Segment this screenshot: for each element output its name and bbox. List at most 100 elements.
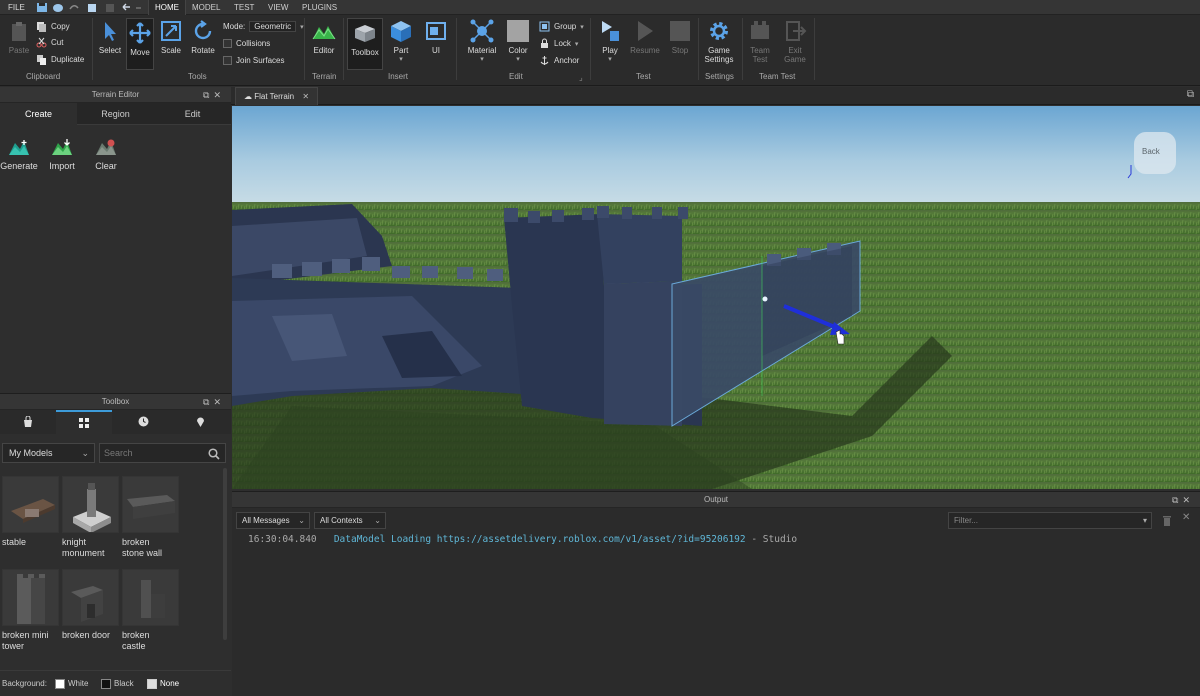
color-button[interactable]: Color ▾	[505, 19, 531, 63]
grid-icon	[79, 418, 89, 428]
collisions-toggle[interactable]: Collisions	[223, 39, 270, 48]
tab-home[interactable]: HOME	[148, 0, 186, 15]
messages-filter-dropdown[interactable]: All Messages ⌄	[236, 512, 310, 529]
terrain-editor-button[interactable]: Editor	[310, 19, 338, 55]
part-button[interactable]: Part ▾	[388, 19, 414, 63]
3d-viewport[interactable]: Back	[232, 106, 1200, 489]
maximize-icon[interactable]: ⧉	[1187, 89, 1194, 100]
anchor-button[interactable]: Anchor	[539, 55, 579, 66]
close-icon[interactable]: ✕	[1182, 512, 1190, 523]
mode-dropdown[interactable]: Mode: Geometric ▾	[223, 21, 304, 32]
copy-button[interactable]: Copy	[36, 21, 70, 32]
plugin-icon[interactable]	[86, 2, 98, 13]
scrollbar[interactable]	[223, 468, 227, 640]
view-cube[interactable]: Back	[1134, 132, 1176, 174]
filter-input[interactable]: Filter... ▾	[948, 512, 1152, 529]
close-icon[interactable]: ✕	[213, 397, 225, 407]
tab-create[interactable]: Create	[0, 103, 77, 125]
tab-region[interactable]: Region	[77, 103, 154, 125]
asset-item-knight-monument[interactable]: knight monument	[62, 476, 120, 559]
asset-item-broken-mini-tower[interactable]: broken mini tower	[2, 569, 60, 652]
asset-item-broken-stone-wall[interactable]: broken stone wall	[122, 476, 180, 559]
toolbox-panel: Toolbox ⧉✕ My Models ⌄ stable k	[0, 393, 231, 696]
trash-icon[interactable]	[1162, 515, 1172, 526]
background-white-label[interactable]: White	[68, 679, 88, 688]
asset-item-broken-door[interactable]: broken door	[62, 569, 120, 641]
background-black-swatch[interactable]	[101, 679, 111, 689]
search-input[interactable]	[100, 444, 200, 462]
join-surfaces-checkbox[interactable]	[223, 56, 232, 65]
scale-icon	[161, 21, 181, 41]
asset-item-stable[interactable]: stable	[2, 476, 60, 548]
asset-item-broken-castle[interactable]: broken castle	[122, 569, 180, 652]
paste-button[interactable]: Paste	[6, 19, 32, 55]
join-surfaces-toggle[interactable]: Join Surfaces	[223, 56, 284, 65]
group-button[interactable]: Group ▾	[539, 21, 584, 32]
file-menu[interactable]: FILE	[8, 3, 25, 12]
stop-icon[interactable]	[104, 2, 116, 13]
tab-marketplace[interactable]	[0, 410, 56, 434]
ribbon-divider	[698, 18, 699, 80]
log-source: - Studio	[751, 534, 798, 545]
resume-button[interactable]: Resume	[628, 19, 662, 55]
duplicate-button[interactable]: Duplicate	[36, 54, 84, 65]
toolbox-tabs	[0, 410, 231, 434]
ui-button[interactable]: UI	[424, 19, 448, 55]
undo-icon[interactable]	[120, 2, 132, 13]
tab-creations[interactable]	[173, 410, 229, 434]
background-none-swatch[interactable]	[147, 679, 157, 689]
tab-recent[interactable]	[115, 410, 171, 434]
background-none-label[interactable]: None	[160, 679, 179, 688]
tab-test[interactable]: TEST	[234, 3, 254, 12]
cut-button[interactable]: Cut	[36, 37, 63, 48]
close-icon[interactable]: ✕	[302, 92, 309, 101]
game-settings-label-2: Settings	[704, 55, 734, 64]
tab-edit[interactable]: Edit	[154, 103, 231, 125]
collisions-checkbox[interactable]	[223, 39, 232, 48]
import-button[interactable]: Import	[45, 137, 79, 171]
close-icon[interactable]: ✕	[1182, 495, 1194, 505]
team-test-button[interactable]: Team Test	[746, 19, 774, 64]
undock-icon[interactable]: ⧉	[203, 397, 213, 407]
tab-inventory[interactable]	[56, 410, 112, 434]
exit-game-button[interactable]: Exit Game	[782, 19, 808, 64]
tab-model[interactable]: MODEL	[192, 3, 220, 12]
lock-button[interactable]: Lock ▾	[539, 38, 578, 49]
expand-icon[interactable]: ⌟	[579, 73, 583, 82]
publish-icon[interactable]	[52, 2, 64, 13]
cursor-icon	[105, 22, 116, 41]
close-icon[interactable]: ✕	[213, 90, 225, 100]
game-settings-button[interactable]: Game Settings	[702, 19, 736, 64]
save-icon[interactable]	[36, 2, 48, 13]
tab-flat-terrain[interactable]: ☁ Flat Terrain ✕	[235, 87, 319, 105]
asset-thumbnail	[122, 569, 179, 626]
undock-icon[interactable]: ⧉	[1172, 495, 1182, 505]
contexts-filter-dropdown[interactable]: All Contexts ⌄	[314, 512, 386, 529]
rotate-button[interactable]: Rotate	[188, 19, 218, 55]
anchor-label: Anchor	[554, 56, 580, 65]
undock-icon[interactable]: ⧉	[203, 90, 213, 100]
move-button[interactable]: Move	[126, 18, 154, 70]
terrain-editor-panel: Terrain Editor ⧉✕ Create Region Edit Gen…	[0, 87, 231, 390]
stop-button[interactable]: Stop	[667, 19, 693, 55]
background-white-swatch[interactable]	[55, 679, 65, 689]
search-icon[interactable]	[208, 448, 220, 460]
tab-plugins[interactable]: PLUGINS	[302, 3, 337, 12]
cut-label: Cut	[51, 38, 64, 47]
play-button[interactable]: Play ▾	[597, 19, 623, 63]
generate-button[interactable]: Generate	[0, 137, 38, 171]
tab-view[interactable]: VIEW	[268, 3, 288, 12]
select-button[interactable]: Select	[97, 19, 123, 55]
team-test-label-2: Test	[752, 55, 768, 64]
background-black-label[interactable]: Black	[114, 679, 134, 688]
toolbox-search[interactable]	[99, 443, 226, 463]
scale-button[interactable]: Scale	[158, 19, 184, 55]
material-button[interactable]: Material ▾	[465, 19, 499, 63]
toolbox-button[interactable]: Toolbox	[347, 18, 383, 70]
clear-button[interactable]: Clear	[90, 137, 122, 171]
redo-icon[interactable]	[133, 2, 145, 13]
undo-history-icon[interactable]	[68, 2, 80, 13]
move-label: Move	[130, 48, 150, 57]
chevron-down-icon: ⌄	[298, 516, 305, 525]
category-dropdown[interactable]: My Models ⌄	[2, 443, 95, 463]
